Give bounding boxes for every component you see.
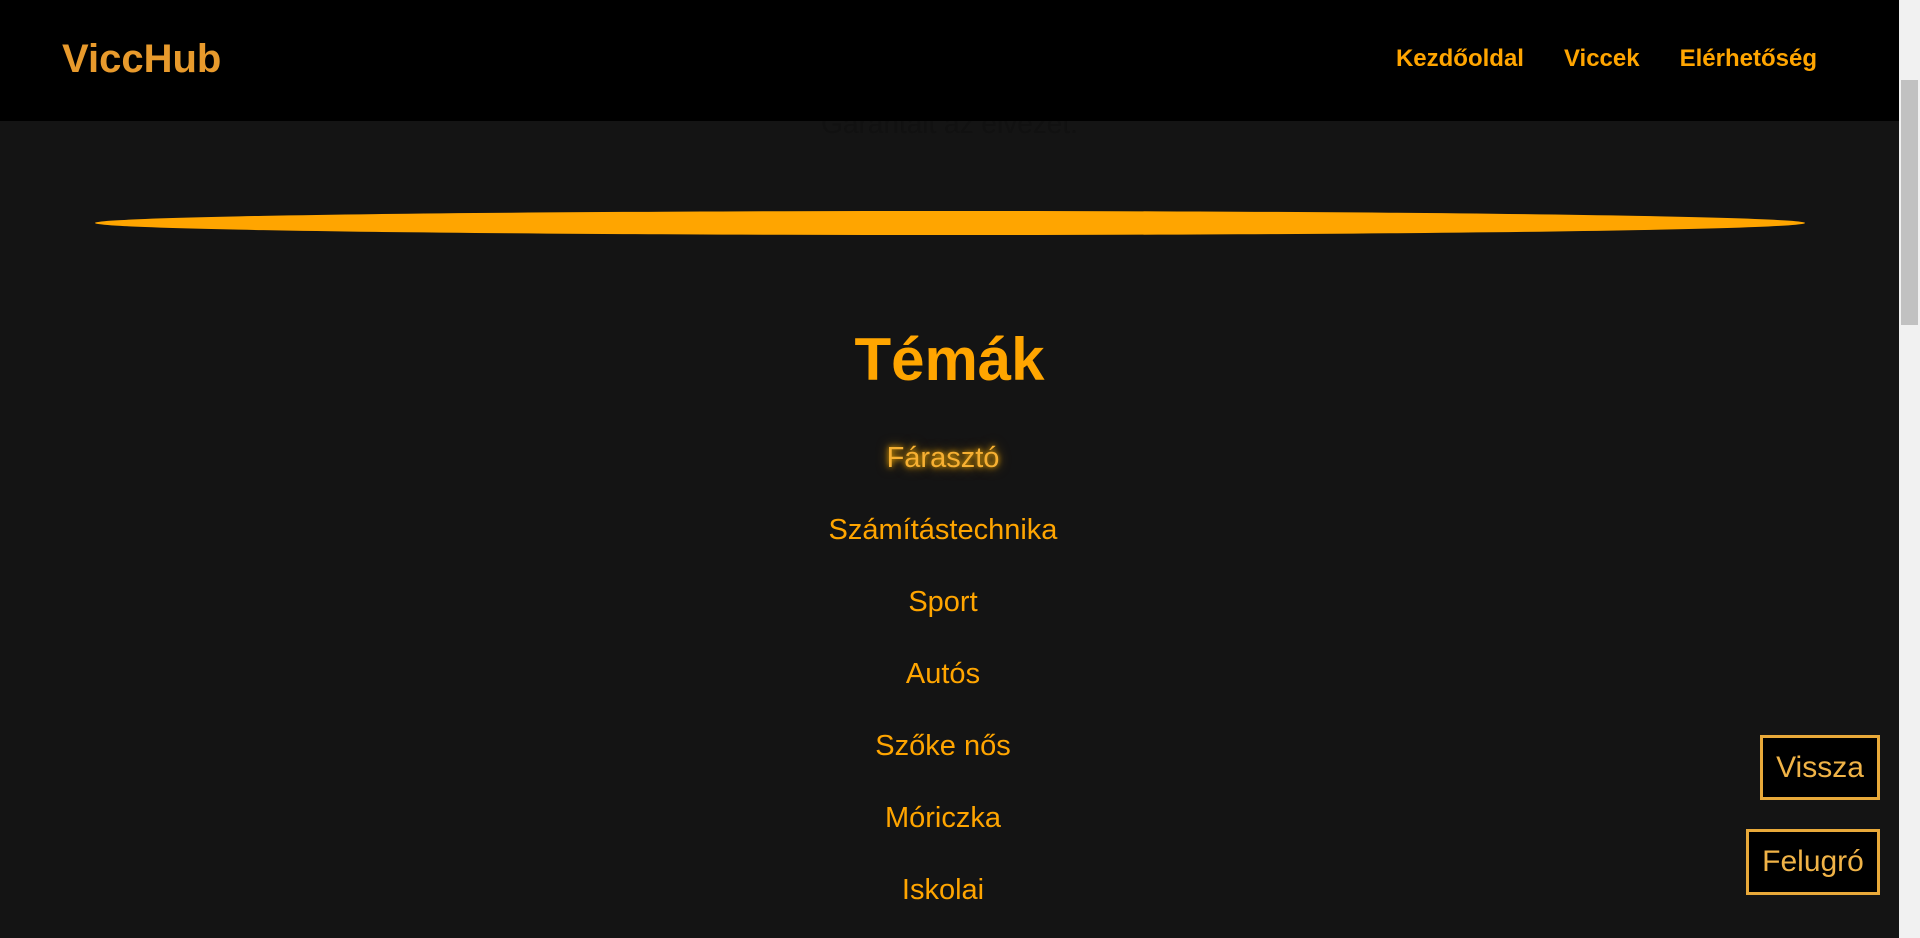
- vertical-scrollbar[interactable]: [1899, 0, 1920, 938]
- nav-link-contact[interactable]: Elérhetőség: [1680, 44, 1817, 74]
- top-navbar: ViccHub Kezdőoldal Viccek Elérhetőség: [0, 0, 1899, 121]
- topic-item: Számítástechnika: [0, 508, 1886, 580]
- topic-item: Iskolai: [0, 868, 1886, 938]
- popup-button[interactable]: Felugró: [1746, 829, 1880, 895]
- topic-list: Fárasztó Számítástechnika Sport Autós Sz…: [0, 436, 1886, 938]
- main-content: Garantált az élvezet. Témák Fárasztó Szá…: [0, 0, 1899, 938]
- topic-item: Sport: [0, 580, 1886, 652]
- nav-link-jokes[interactable]: Viccek: [1564, 44, 1640, 74]
- brand-logo[interactable]: ViccHub: [62, 36, 221, 82]
- page: Garantált az élvezet. Témák Fárasztó Szá…: [0, 0, 1920, 938]
- topics-title: Témák: [854, 326, 1045, 393]
- scrollbar-thumb[interactable]: [1901, 80, 1918, 325]
- topic-link-sport[interactable]: Sport: [908, 586, 977, 618]
- topic-link-iskolai[interactable]: Iskolai: [902, 874, 984, 906]
- topic-item: Autós: [0, 652, 1886, 724]
- topic-link-moriczka[interactable]: Móriczka: [885, 802, 1001, 834]
- topic-item: Fárasztó: [0, 436, 1886, 508]
- nav-link-home[interactable]: Kezdőoldal: [1396, 44, 1524, 74]
- topic-item: Móriczka: [0, 796, 1886, 868]
- topic-item: Szőke nős: [0, 724, 1886, 796]
- topic-link-szamitastechnika[interactable]: Számítástechnika: [829, 514, 1058, 546]
- topic-link-autos[interactable]: Autós: [906, 658, 980, 690]
- nav-links: Kezdőoldal Viccek Elérhetőség: [1396, 44, 1817, 74]
- divider-ellipse: [95, 211, 1805, 235]
- topic-link-farasztó[interactable]: Fárasztó: [887, 442, 1000, 474]
- topic-link-szoke-nos[interactable]: Szőke nős: [875, 730, 1010, 762]
- back-button[interactable]: Vissza: [1760, 735, 1880, 800]
